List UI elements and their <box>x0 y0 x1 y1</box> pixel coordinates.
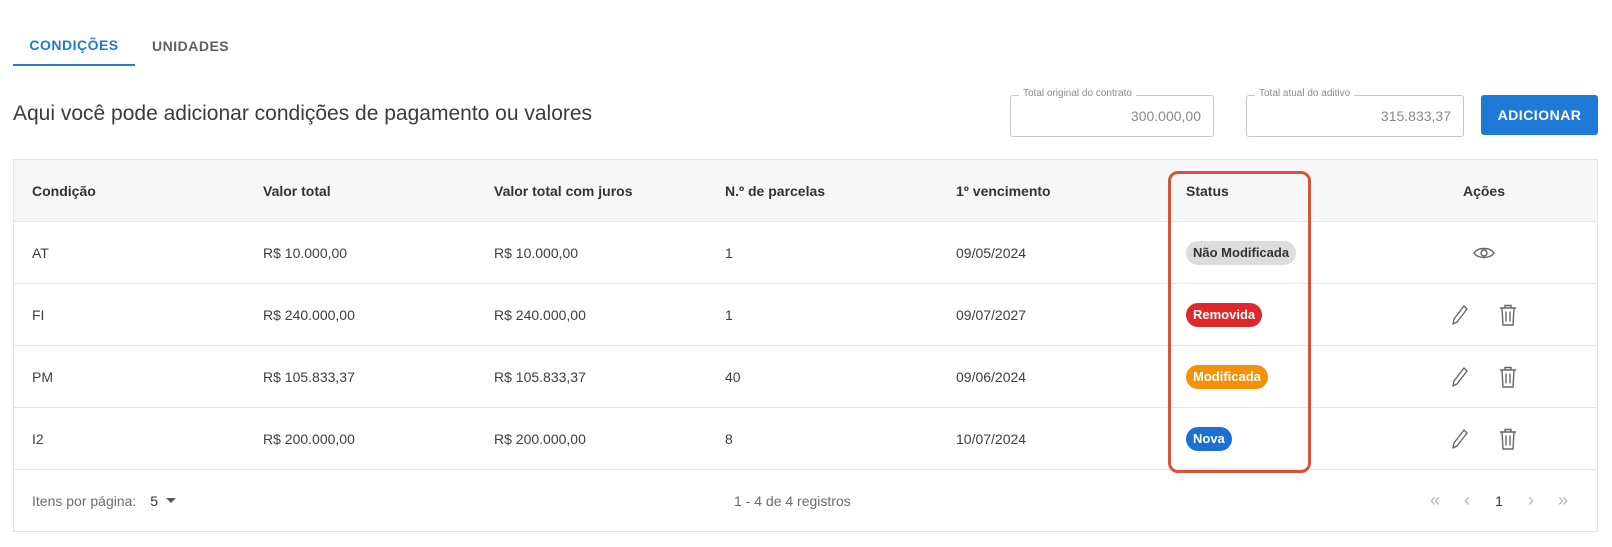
status-badge: Removida <box>1186 302 1263 327</box>
cell-parcelas: 1 <box>725 244 733 261</box>
cell-status: Não Modificada <box>1169 240 1369 265</box>
total-original-value: 300.000,00 <box>1130 108 1201 124</box>
cell-condicao: I2 <box>32 430 44 447</box>
conditions-table: Condição Valor total Valor total com jur… <box>13 159 1598 532</box>
cell-valor-total: R$ 240.000,00 <box>263 306 355 323</box>
total-original-label: Total original do contrato <box>1019 88 1136 99</box>
table-row: FI R$ 240.000,00 R$ 240.000,00 1 09/07/2… <box>14 284 1597 346</box>
cell-actions <box>1369 301 1599 329</box>
page-description: Aqui você pode adicionar condições de pa… <box>13 102 593 125</box>
table-row: AT R$ 10.000,00 R$ 10.000,00 1 09/05/202… <box>14 222 1597 284</box>
cell-valor-juros: R$ 200.000,00 <box>494 430 586 447</box>
pencil-icon[interactable] <box>1446 363 1474 391</box>
total-original-field[interactable]: Total original do contrato 300.000,00 <box>1010 88 1214 137</box>
cell-actions <box>1369 363 1599 391</box>
cell-vencimento: 09/06/2024 <box>956 368 1027 385</box>
total-current-field[interactable]: Total atual do aditivo 315.833,37 <box>1246 88 1464 137</box>
status-badge: Nova <box>1186 426 1232 451</box>
cell-status: Removida <box>1169 302 1369 327</box>
items-per-page-label: Itens por página: <box>32 492 137 509</box>
trash-icon[interactable] <box>1494 425 1522 453</box>
prev-page-icon[interactable]: ‹ <box>1451 485 1483 517</box>
cell-vencimento: 09/07/2027 <box>956 306 1027 323</box>
cell-parcelas: 8 <box>725 430 733 447</box>
header-valor-total: Valor total <box>263 182 331 199</box>
first-page-icon[interactable]: « <box>1419 485 1451 517</box>
cell-actions <box>1369 425 1599 453</box>
items-per-page-value: 5 <box>150 492 159 509</box>
status-badge: Modificada <box>1186 364 1268 389</box>
last-page-icon[interactable]: » <box>1547 485 1579 517</box>
eye-icon[interactable] <box>1470 239 1498 267</box>
table-footer: Itens por página: 5 1 - 4 de 4 registros… <box>14 470 1597 531</box>
status-badge: Não Modificada <box>1186 240 1297 265</box>
header-parcelas: N.º de parcelas <box>725 182 826 199</box>
pencil-icon[interactable] <box>1446 425 1474 453</box>
pagination: « ‹ 1 › » <box>1419 485 1579 517</box>
cell-vencimento: 10/07/2024 <box>956 430 1027 447</box>
total-current-value: 315.833,37 <box>1380 108 1451 124</box>
items-per-page-select[interactable]: 5 <box>150 492 177 509</box>
trash-icon[interactable] <box>1494 363 1522 391</box>
cell-valor-juros: R$ 10.000,00 <box>494 244 579 261</box>
pagination-range: 1 - 4 de 4 registros <box>734 492 851 509</box>
cell-vencimento: 09/05/2024 <box>956 244 1027 261</box>
cell-valor-juros: R$ 105.833,37 <box>494 368 586 385</box>
cell-actions <box>1369 239 1599 267</box>
header-valor-juros: Valor total com juros <box>494 182 633 199</box>
tab-bar: CONDIÇÕES UNIDADES <box>13 26 246 66</box>
cell-parcelas: 40 <box>725 368 741 385</box>
cell-condicao: PM <box>32 368 53 385</box>
add-button[interactable]: ADICIONAR <box>1481 95 1598 135</box>
cell-condicao: AT <box>32 244 49 261</box>
tab-condicoes[interactable]: CONDIÇÕES <box>13 26 135 66</box>
cell-condicao: FI <box>32 306 45 323</box>
total-current-label: Total atual do aditivo <box>1255 88 1355 99</box>
pencil-icon[interactable] <box>1446 301 1474 329</box>
cell-status: Modificada <box>1169 364 1369 389</box>
tab-unidades[interactable]: UNIDADES <box>135 26 246 66</box>
table-header: Condição Valor total Valor total com jur… <box>14 160 1597 222</box>
cell-status: Nova <box>1169 426 1369 451</box>
cell-parcelas: 1 <box>725 306 733 323</box>
header-vencimento: 1º vencimento <box>956 182 1051 199</box>
header-status: Status <box>1186 182 1229 199</box>
header-acoes: Ações <box>1462 182 1506 199</box>
cell-valor-total: R$ 10.000,00 <box>263 244 348 261</box>
trash-icon[interactable] <box>1494 301 1522 329</box>
items-per-page: Itens por página: 5 <box>32 492 177 509</box>
table-row: I2 R$ 200.000,00 R$ 200.000,00 8 10/07/2… <box>14 408 1597 470</box>
table-row: PM R$ 105.833,37 R$ 105.833,37 40 09/06/… <box>14 346 1597 408</box>
header-condicao: Condição <box>32 182 96 199</box>
next-page-icon[interactable]: › <box>1515 485 1547 517</box>
cell-valor-juros: R$ 240.000,00 <box>494 306 586 323</box>
cell-valor-total: R$ 105.833,37 <box>263 368 355 385</box>
current-page[interactable]: 1 <box>1483 493 1515 509</box>
cell-valor-total: R$ 200.000,00 <box>263 430 355 447</box>
caret-down-icon <box>166 498 177 503</box>
